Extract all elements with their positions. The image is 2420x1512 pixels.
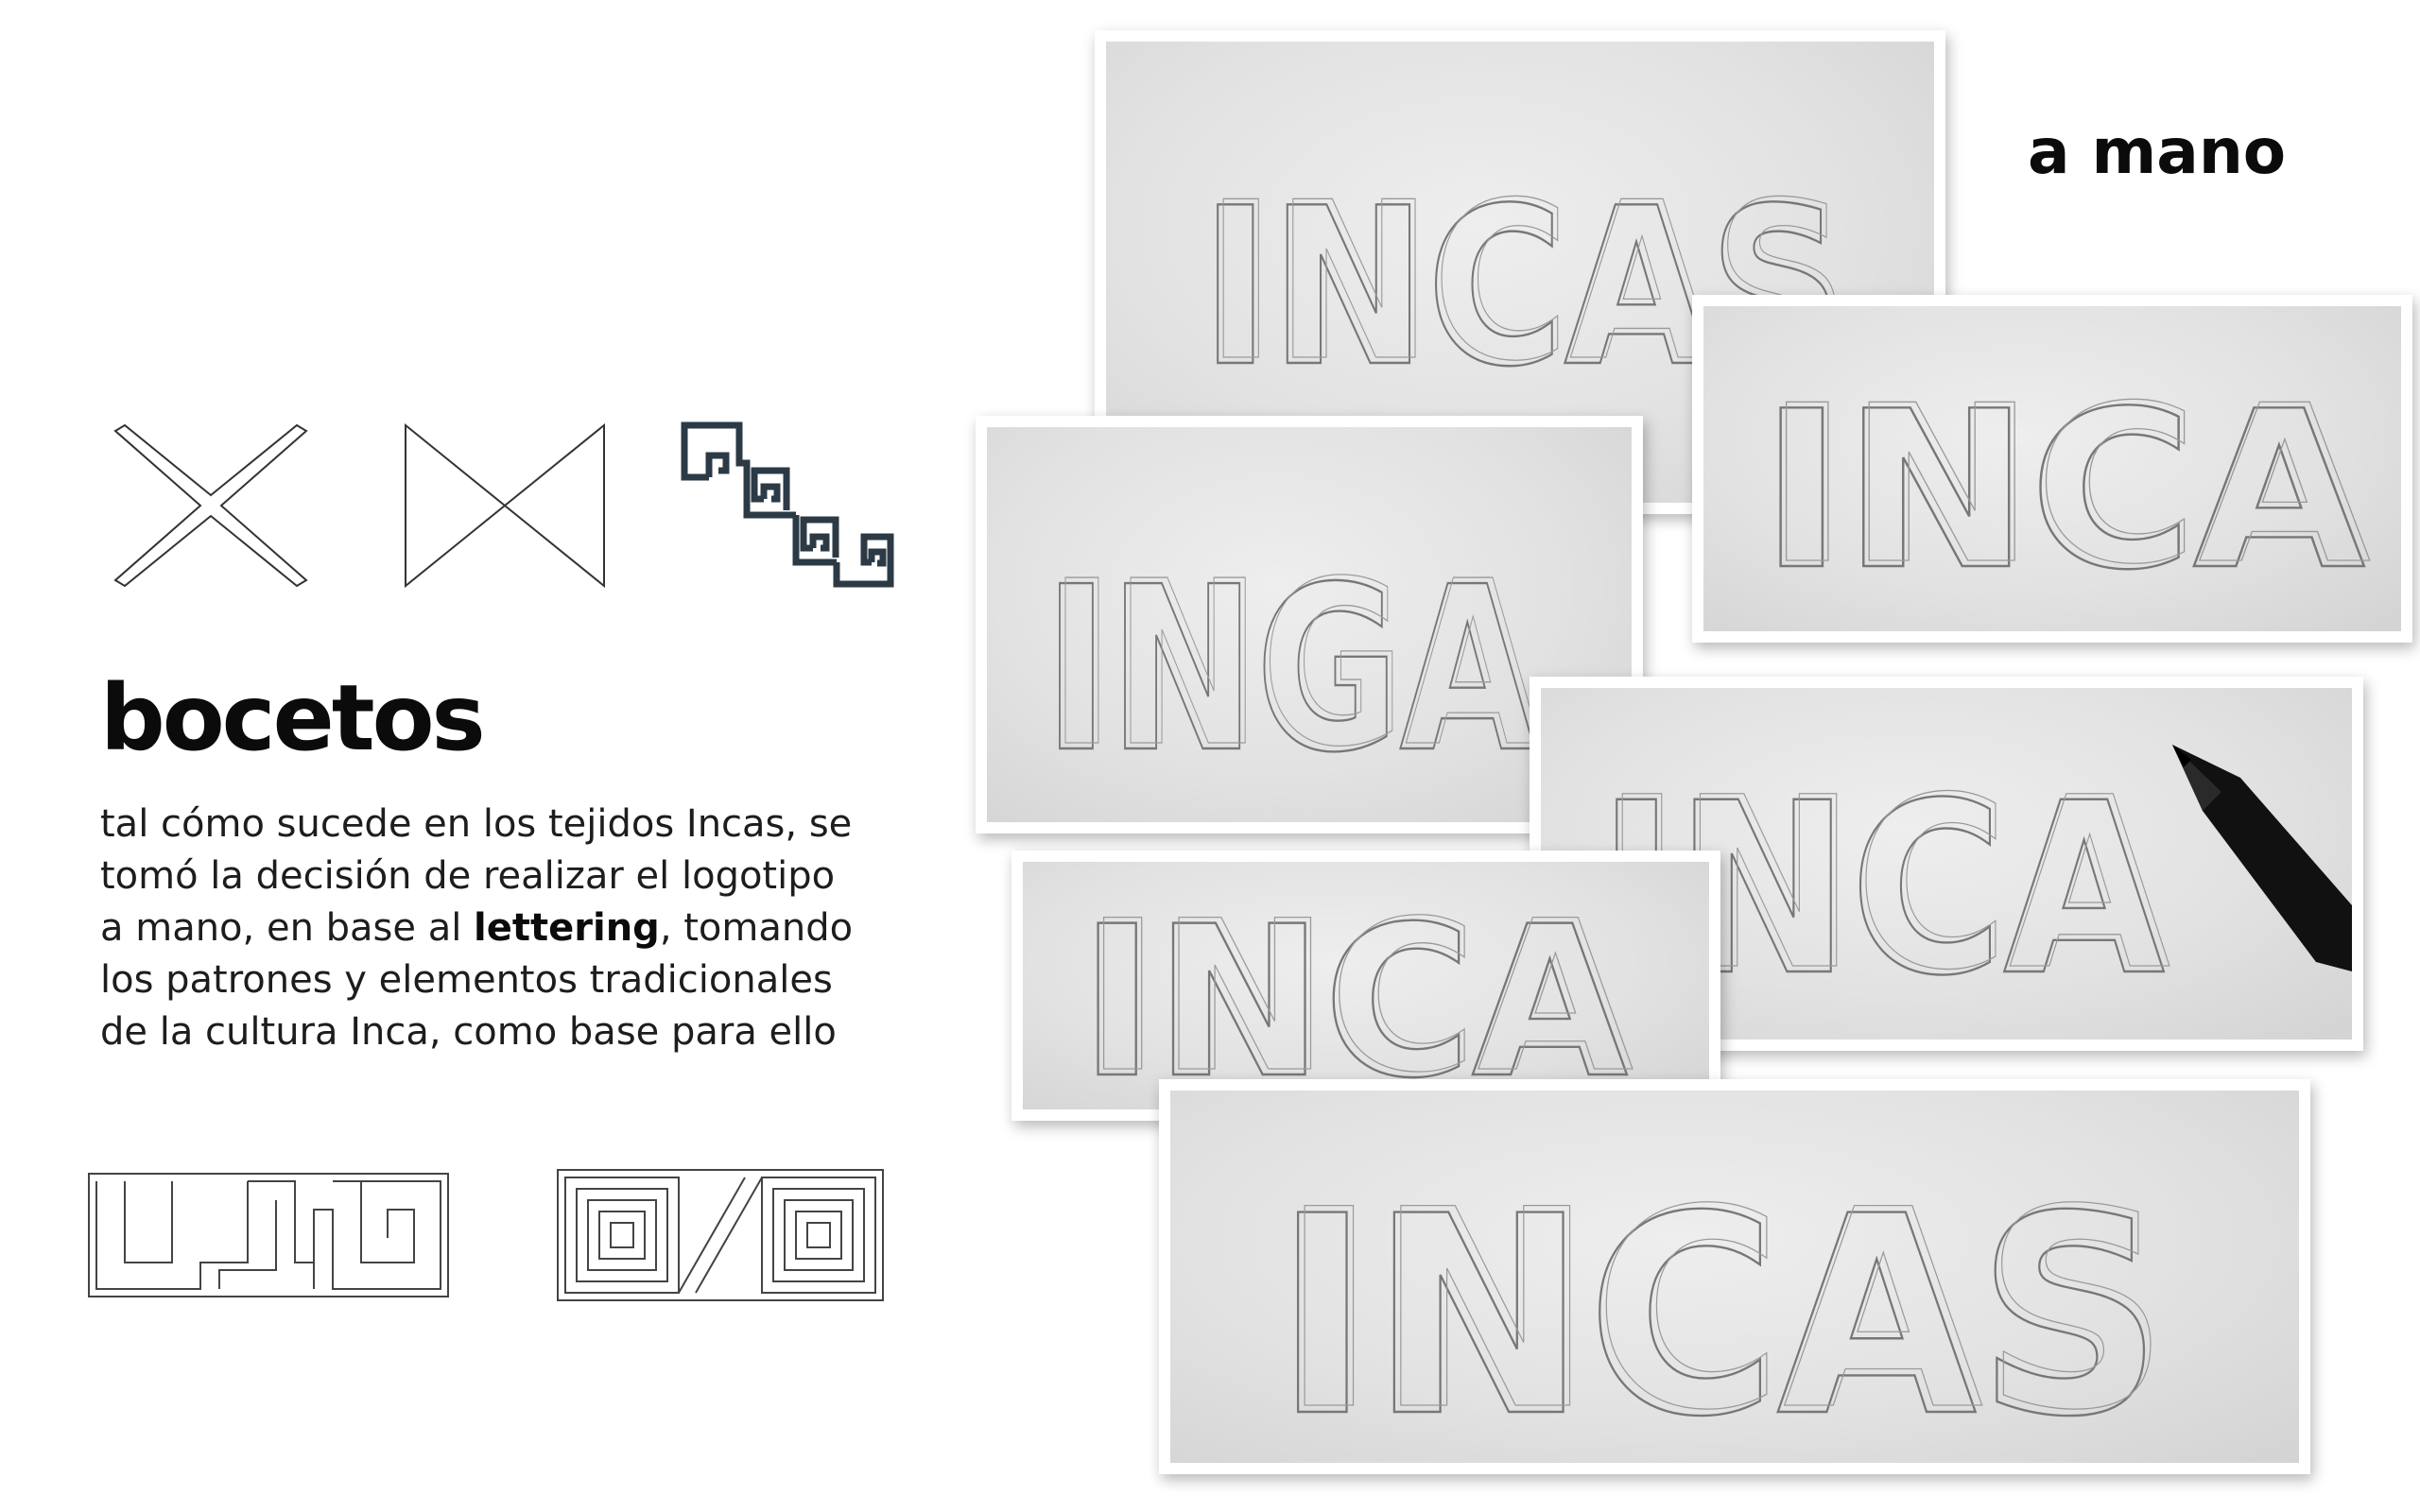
lettering-emphasis: lettering [474, 906, 660, 950]
sketch-word-shadow: INCA [1085, 876, 1634, 1109]
description-line: a mano, en base al lettering, tomando [100, 906, 854, 950]
bowtie-motif-icon [402, 423, 608, 589]
sketch-word-shadow: INCAS [1281, 1152, 2169, 1463]
description-line: tal cómo sucede en los tejidos Incas, se [100, 802, 853, 846]
step-fret-motif-icon [87, 1172, 451, 1299]
description-line: tomó la decisión de realizar el logotipo [100, 854, 836, 898]
description-line: de la cultura Inca, como base para ello [100, 1010, 837, 1054]
sketch-photo: INCA INCA [1692, 295, 2412, 643]
corner-label: a mano [2028, 115, 2287, 188]
cross-motif-icon [112, 423, 310, 589]
sketch-word-shadow: INGA [1049, 532, 1541, 797]
sketch-photo: INCAS INCAS [1159, 1079, 2310, 1474]
spiral-step-motif-icon [671, 416, 898, 591]
pencil-icon [2172, 745, 2352, 971]
sketch-word-shadow: INCA [1766, 360, 2371, 612]
page-title: bocetos [100, 665, 486, 771]
description-text: tal cómo sucede en los tejidos Incas, se… [100, 799, 951, 1058]
square-spiral-motif-icon [556, 1168, 885, 1302]
description-line: los patrones y elementos tradicionales [100, 958, 833, 1002]
